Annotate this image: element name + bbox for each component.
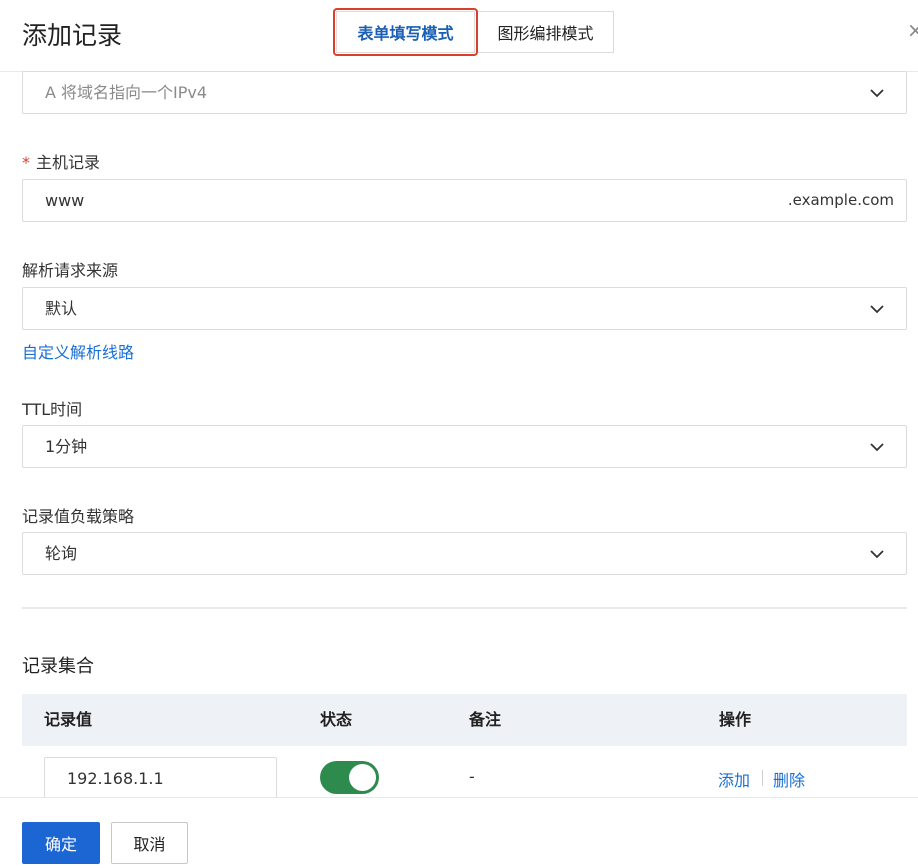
ttl-label: TTL时间 — [22, 400, 83, 419]
page-title: 添加记录 — [22, 21, 123, 50]
domain-suffix: .example.com — [787, 191, 894, 209]
custom-line-link[interactable]: 自定义解析线路 — [22, 339, 134, 363]
add-record-link[interactable]: 添加 — [718, 767, 750, 791]
column-header-status: 状态 — [320, 710, 353, 729]
record-type-select[interactable]: A 将域名指向一个IPv4 — [22, 71, 907, 114]
chevron-down-icon — [870, 89, 884, 98]
delete-record-link[interactable]: 删除 — [773, 767, 805, 791]
strategy-select[interactable]: 轮询 — [22, 532, 907, 575]
table-header: 记录值 状态 备注 操作 — [22, 694, 907, 746]
section-divider — [22, 607, 907, 609]
column-header-remark: 备注 — [469, 710, 502, 729]
action-separator — [762, 770, 763, 786]
chevron-down-icon — [870, 443, 884, 452]
dialog-header: 添加记录 表单填写模式 图形编排模式 × — [0, 0, 918, 72]
chevron-down-icon — [870, 305, 884, 314]
record-value-input[interactable]: 192.168.1.1 — [44, 757, 277, 801]
host-input[interactable]: www .example.com — [22, 179, 907, 222]
strategy-value: 轮询 — [45, 544, 78, 563]
strategy-label: 记录值负载策略 — [22, 507, 135, 526]
host-label: * 主机记录 — [22, 149, 100, 173]
column-header-value: 记录值 — [44, 710, 93, 729]
confirm-button[interactable]: 确定 — [22, 822, 100, 864]
source-label: 解析请求来源 — [22, 261, 119, 280]
ttl-select[interactable]: 1分钟 — [22, 425, 907, 468]
ttl-value: 1分钟 — [45, 437, 88, 456]
remark-value: - — [469, 767, 475, 786]
toggle-knob — [349, 764, 376, 791]
source-value: 默认 — [45, 299, 78, 318]
record-set-title: 记录集合 — [22, 656, 94, 677]
tab-form-mode[interactable]: 表单填写模式 — [336, 11, 475, 53]
status-toggle[interactable] — [320, 761, 379, 794]
record-type-value: A 将域名指向一个IPv4 — [45, 83, 208, 102]
tab-graph-mode[interactable]: 图形编排模式 — [477, 11, 614, 53]
column-header-actions: 操作 — [719, 710, 752, 729]
chevron-down-icon — [870, 550, 884, 559]
required-mark: * — [22, 153, 30, 172]
host-label-text: 主机记录 — [36, 153, 101, 172]
cancel-button[interactable]: 取消 — [111, 822, 188, 864]
source-select[interactable]: 默认 — [22, 287, 907, 330]
close-icon[interactable]: × — [907, 18, 918, 42]
record-value-text: 192.168.1.1 — [67, 769, 164, 788]
host-value: www — [45, 191, 85, 210]
